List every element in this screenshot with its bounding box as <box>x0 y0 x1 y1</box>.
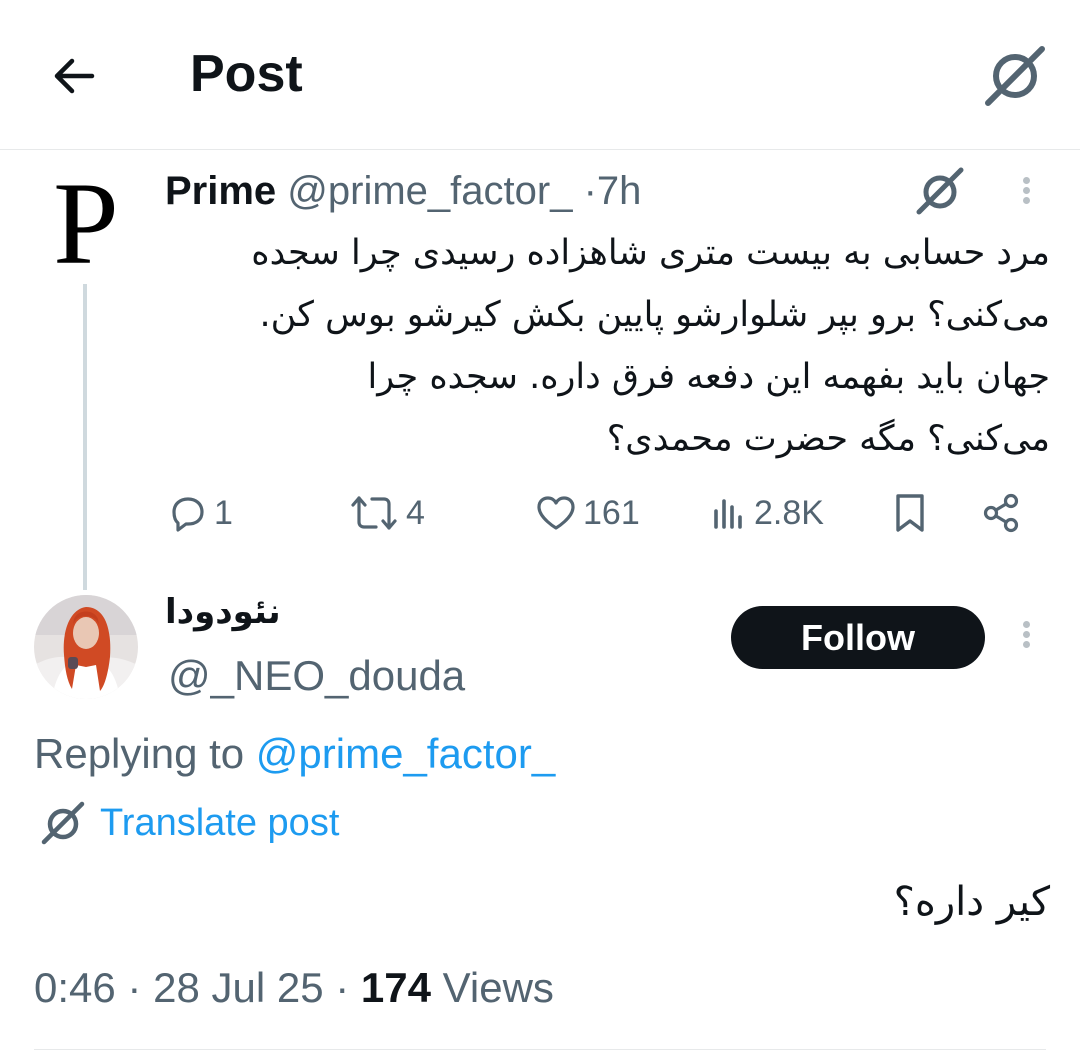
post-text-line: می‌کنی؟ مگه حضرت محمدی؟ <box>606 419 1050 459</box>
bookmark-icon <box>896 494 924 532</box>
grok-icon <box>985 46 1045 106</box>
arrow-left-icon <box>54 58 95 94</box>
like-count: 161 <box>583 493 640 532</box>
post-text: مرد حسابی به بیست متری شاهزاده رسیدی چرا… <box>160 222 1050 470</box>
views-button[interactable]: 2.8K <box>712 485 824 541</box>
views-count: 2.8K <box>754 493 824 532</box>
post-time[interactable]: 7h <box>597 169 642 213</box>
bookmark-button[interactable] <box>892 485 928 541</box>
grok-icon <box>41 801 85 845</box>
separator-dot: · <box>127 964 142 1011</box>
more-dot-icon <box>1022 621 1030 628</box>
post-header: Prime @prime_factor_ ·7h <box>165 166 641 216</box>
avatar[interactable]: P <box>40 165 132 283</box>
heart-icon <box>537 496 575 530</box>
profile-photo-image <box>34 595 138 699</box>
views-icon <box>714 499 742 529</box>
post-text-line: جهان باید بفهمه این دفعه فرق داره. سجده … <box>367 357 1050 397</box>
share-button[interactable] <box>980 485 1022 541</box>
share-icon <box>983 493 1019 533</box>
replying-to-link[interactable]: @prime_factor_ <box>256 730 555 777</box>
post-grok-button[interactable] <box>915 166 965 216</box>
reply-more-button[interactable] <box>1019 618 1033 660</box>
repost-count: 4 <box>406 493 425 532</box>
author-name[interactable]: Prime <box>165 169 276 213</box>
separator-dot: · <box>335 964 350 1011</box>
separator-dot: · <box>583 169 597 213</box>
post-more-button[interactable] <box>1019 174 1033 216</box>
post-actions: 1 4 161 2.8K <box>160 485 1040 541</box>
reply-count: 1 <box>214 493 233 532</box>
thread-line <box>83 284 87 590</box>
reply-date[interactable]: 28 Jul 25 <box>153 964 323 1011</box>
grok-icon <box>916 167 964 215</box>
more-dot-icon <box>1022 641 1030 648</box>
reply-author-handle[interactable]: @_NEO_douda <box>168 652 465 700</box>
reply-button[interactable]: 1 <box>168 485 233 541</box>
reply-text: کیر داره؟ <box>893 879 1050 925</box>
repost-button[interactable]: 4 <box>348 485 425 541</box>
author-handle[interactable]: @prime_factor_ <box>287 169 572 213</box>
translate-post-label: Translate post <box>100 801 340 844</box>
reply-views-label[interactable]: Views <box>443 964 554 1011</box>
follow-button[interactable]: Follow <box>731 606 985 669</box>
reply-views-count[interactable]: 174 <box>361 964 431 1011</box>
divider <box>34 1049 1046 1050</box>
translate-post-button[interactable]: Translate post <box>40 798 339 848</box>
like-button[interactable]: 161 <box>535 485 640 541</box>
reply-icon <box>172 497 204 532</box>
more-dot-icon <box>1022 187 1030 194</box>
replying-to-prefix: Replying to <box>34 730 245 777</box>
repost-icon <box>351 496 397 530</box>
reply-author-name[interactable]: نئودودا <box>165 592 295 632</box>
more-dot-icon <box>1022 177 1030 184</box>
post-text-line: می‌کنی؟ برو بپر شلوارشو پایین بکش کیرشو … <box>259 295 1050 335</box>
page-title: Post <box>190 45 303 103</box>
grok-button[interactable] <box>982 42 1048 108</box>
more-dot-icon <box>1022 631 1030 638</box>
reply-time[interactable]: 0:46 <box>34 964 116 1011</box>
post-text-line: مرد حسابی به بیست متری شاهزاده رسیدی چرا… <box>251 233 1050 273</box>
reply-meta: 0:46 · 28 Jul 25 · 174 Views <box>34 964 554 1012</box>
back-button[interactable] <box>46 48 102 104</box>
top-bar: Post <box>0 0 1080 150</box>
replying-to: Replying to @prime_factor_ <box>34 730 555 778</box>
reply-avatar[interactable] <box>34 595 138 699</box>
more-dot-icon <box>1022 197 1030 204</box>
